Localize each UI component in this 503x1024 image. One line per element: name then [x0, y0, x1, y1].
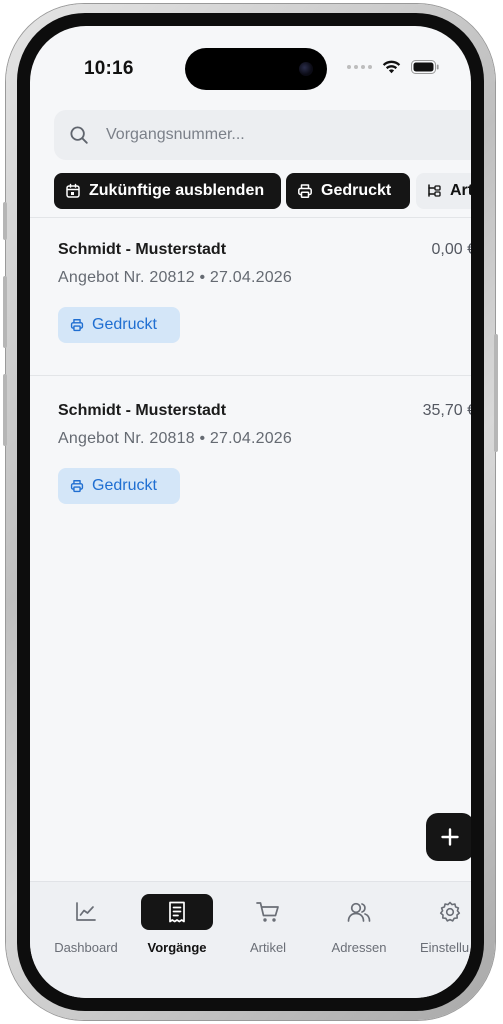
tab-artikel[interactable]: Artikel — [224, 892, 312, 962]
signal-dots-icon — [347, 65, 372, 69]
search-icon — [70, 126, 88, 144]
filter-chip-label: Gedruckt — [321, 182, 392, 199]
status-badge-label: Gedruckt — [92, 316, 157, 333]
item-subtitle: Angebot Nr. 20818 • 27.04.2026 — [58, 430, 293, 447]
filter-chip-label: Zukünftige ausblenden — [89, 182, 265, 199]
status-indicators — [347, 60, 439, 74]
calendar-icon — [66, 183, 80, 198]
plus-icon — [441, 828, 459, 846]
cart-icon — [256, 902, 279, 922]
filter-chip-art[interactable]: Art — [416, 173, 471, 209]
item-price: 35,70 € — [422, 402, 471, 419]
printer-icon — [70, 480, 84, 493]
printer-icon — [70, 319, 84, 332]
printer-icon — [298, 184, 312, 198]
tab-label: Vorgänge — [147, 940, 207, 955]
phone-bezel: 10:16 Vorgangsnummer... Zukünftige ausbl… — [17, 13, 484, 1011]
item-customer-name: Schmidt - Musterstadt — [58, 402, 227, 419]
tab-label: Adressen — [331, 940, 387, 955]
receipt-icon — [169, 901, 185, 923]
status-time: 10:16 — [84, 58, 134, 79]
item-subtitle: Angebot Nr. 20812 • 27.04.2026 — [58, 269, 293, 286]
filter-chip-zukunftige[interactable]: Zukünftige ausblenden — [54, 173, 281, 209]
wifi-icon — [382, 60, 401, 74]
item-price: 0,00 € — [431, 241, 471, 258]
filter-chip-label: Art — [450, 182, 471, 199]
status-badge: Gedruckt — [58, 307, 180, 343]
tab-label: Dashboard — [54, 940, 118, 955]
status-badge: Gedruckt — [58, 468, 180, 504]
search-bar[interactable]: Vorgangsnummer... — [54, 110, 471, 160]
gear-icon — [439, 901, 461, 922]
tab-bar: Dashboard Vorgänge Artikel Adressen Eins… — [30, 881, 471, 998]
divider — [30, 217, 471, 218]
add-button[interactable] — [426, 813, 471, 861]
tab-vorgange[interactable]: Vorgänge — [133, 892, 221, 962]
tab-label: Einstellu... — [420, 940, 471, 955]
chart-line-icon — [76, 902, 96, 921]
filter-chip-gedruckt[interactable]: Gedruckt — [286, 173, 410, 209]
dynamic-island — [185, 48, 327, 90]
search-input[interactable]: Vorgangsnummer... — [106, 126, 245, 144]
divider — [30, 375, 471, 376]
filter-chip-row: Zukünftige ausblenden Gedruckt Art — [54, 173, 471, 209]
users-icon — [347, 902, 371, 922]
tab-label: Artikel — [249, 940, 287, 955]
app-screen: 10:16 Vorgangsnummer... Zukünftige ausbl… — [30, 26, 471, 998]
phone-frame: 10:16 Vorgangsnummer... Zukünftige ausbl… — [3, 4, 498, 1020]
status-badge-label: Gedruckt — [92, 477, 157, 494]
tab-adressen[interactable]: Adressen — [315, 892, 403, 962]
tab-dashboard[interactable]: Dashboard — [42, 892, 130, 962]
tab-einstellungen[interactable]: Einstellu... — [406, 892, 471, 962]
battery-icon — [411, 60, 439, 74]
tree-icon — [428, 184, 441, 197]
item-customer-name: Schmidt - Musterstadt — [58, 241, 227, 258]
